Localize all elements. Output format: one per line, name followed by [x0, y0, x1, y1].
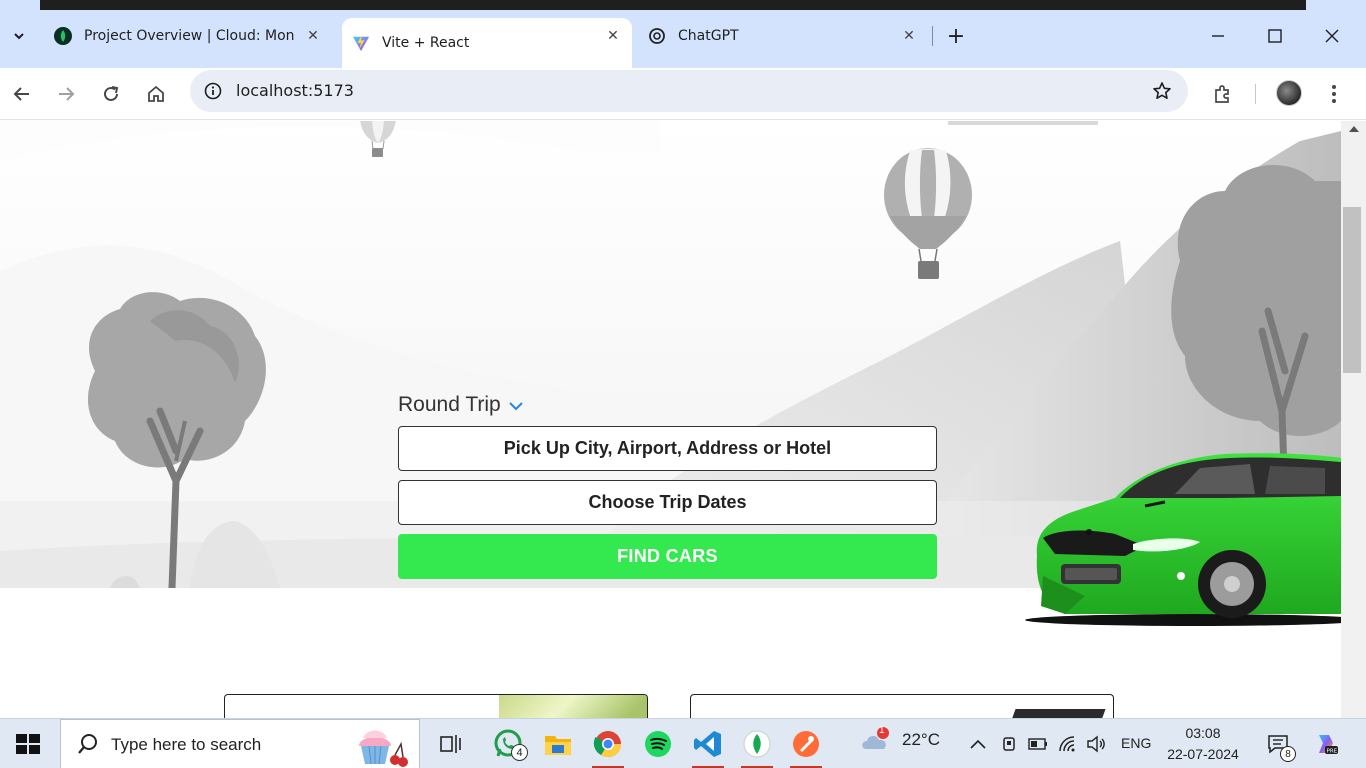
system-clock[interactable]: 03:08 22-07-2024: [1160, 723, 1246, 765]
meet-now-icon[interactable]: [999, 734, 1019, 754]
windows-start-icon[interactable]: [14, 732, 42, 756]
windows-taskbar: Type here to search 4 1 22°C ENG 03:08 2…: [0, 718, 1366, 768]
tab-vite-react[interactable]: Vite + React ✕: [342, 18, 632, 68]
chatgpt-icon: [648, 27, 666, 45]
wifi-icon[interactable]: [1058, 734, 1078, 754]
clock-date: 22-07-2024: [1167, 746, 1239, 762]
card-image: [499, 695, 647, 718]
search-icon: [77, 733, 99, 759]
chevron-down-icon: [509, 393, 523, 417]
weather-temperature: 22°C: [902, 730, 940, 749]
input-language[interactable]: ENG: [1121, 735, 1151, 751]
copilot-icon[interactable]: PRE: [1312, 730, 1340, 758]
tab-strip: Project Overview | Cloud: MongoDB ✕ Vite…: [0, 0, 1366, 68]
taskbar-search-box[interactable]: Type here to search: [60, 719, 420, 768]
minimize-icon[interactable]: [1204, 22, 1232, 50]
vscode-icon[interactable]: [688, 725, 728, 768]
trip-type-dropdown[interactable]: Round Trip: [398, 393, 523, 417]
whatsapp-badge: 4: [511, 744, 528, 761]
mongodb-compass-icon[interactable]: [737, 725, 777, 768]
cloud-icon: [862, 727, 889, 749]
weather-alert-badge: 1: [879, 725, 885, 736]
notification-badge: 8: [1280, 746, 1296, 762]
svg-text:PRE: PRE: [1327, 749, 1338, 755]
bookmark-star-icon[interactable]: [1150, 79, 1174, 103]
extensions-puzzle-icon[interactable]: [1206, 78, 1238, 110]
file-explorer-icon[interactable]: [538, 725, 578, 763]
chevron-up-icon[interactable]: [968, 734, 988, 754]
vite-icon: [352, 34, 370, 52]
trip-type-label: Round Trip: [398, 393, 501, 416]
kebab-menu-icon[interactable]: [1318, 78, 1350, 110]
find-cars-button[interactable]: FIND CARS: [398, 534, 937, 579]
tab-chatgpt[interactable]: ChatGPT ✕: [638, 18, 928, 54]
pickup-location-placeholder: Pick Up City, Airport, Address or Hotel: [503, 438, 832, 458]
card-image: [1010, 709, 1106, 718]
window-close-icon[interactable]: [1318, 22, 1346, 50]
home-icon[interactable]: [140, 78, 172, 110]
url-text[interactable]: localhost:5173: [236, 81, 354, 100]
chrome-icon[interactable]: [588, 725, 628, 768]
weather-widget[interactable]: 1 22°C: [860, 725, 940, 753]
scroll-up-arrow-icon[interactable]: [1349, 126, 1359, 132]
search-placeholder: Type here to search: [111, 735, 262, 754]
notification-center-icon[interactable]: 8: [1264, 734, 1296, 762]
tab-separator: [932, 26, 933, 46]
postman-icon[interactable]: [786, 725, 826, 768]
tab-title: Vite + React: [382, 35, 470, 51]
scrollbar-thumb[interactable]: [1343, 207, 1361, 373]
tab-search-chevron-down-icon[interactable]: [4, 20, 34, 52]
new-tab-plus-icon[interactable]: +: [942, 22, 970, 50]
address-bar[interactable]: localhost:5173: [190, 70, 1188, 112]
back-arrow-icon[interactable]: [6, 78, 38, 110]
pickup-location-input[interactable]: Pick Up City, Airport, Address or Hotel: [398, 426, 937, 471]
trip-dates-input[interactable]: Choose Trip Dates: [398, 480, 937, 525]
browser-toolbar: localhost:5173: [0, 68, 1366, 120]
cupcake-search-highlight-icon: [359, 730, 408, 767]
tab-title: Project Overview | Cloud: MongoDB: [84, 28, 294, 44]
close-icon[interactable]: ✕: [304, 27, 322, 45]
whatsapp-icon[interactable]: 4: [488, 725, 528, 763]
find-cars-label: FIND CARS: [617, 546, 718, 566]
reload-icon[interactable]: [95, 78, 127, 110]
window-top-edge: [40, 0, 1306, 10]
feature-card-left[interactable]: [224, 694, 648, 718]
site-info-icon[interactable]: [198, 76, 228, 106]
page-scrollbar[interactable]: [1341, 121, 1366, 718]
green-car-illustration: [1025, 453, 1341, 626]
tab-title: ChatGPT: [678, 28, 739, 44]
spotify-icon[interactable]: [638, 725, 678, 763]
profile-avatar[interactable]: [1276, 80, 1302, 106]
mongodb-leaf-icon: [54, 27, 72, 45]
battery-icon[interactable]: [1028, 734, 1048, 754]
toolbar-divider: [1255, 84, 1256, 104]
forward-arrow-icon[interactable]: [50, 78, 82, 110]
feature-card-right[interactable]: [690, 694, 1114, 718]
page-viewport: Round Trip Pick Up City, Airport, Addres…: [0, 121, 1341, 718]
maximize-icon[interactable]: [1261, 22, 1289, 50]
task-view-icon[interactable]: [430, 725, 470, 763]
trip-dates-placeholder: Choose Trip Dates: [588, 492, 747, 512]
tab-mongodb[interactable]: Project Overview | Cloud: MongoDB ✕: [44, 18, 332, 54]
close-icon[interactable]: ✕: [900, 27, 918, 45]
volume-icon[interactable]: [1086, 734, 1106, 754]
close-icon[interactable]: ✕: [604, 27, 622, 45]
clock-time: 03:08: [1185, 725, 1221, 741]
